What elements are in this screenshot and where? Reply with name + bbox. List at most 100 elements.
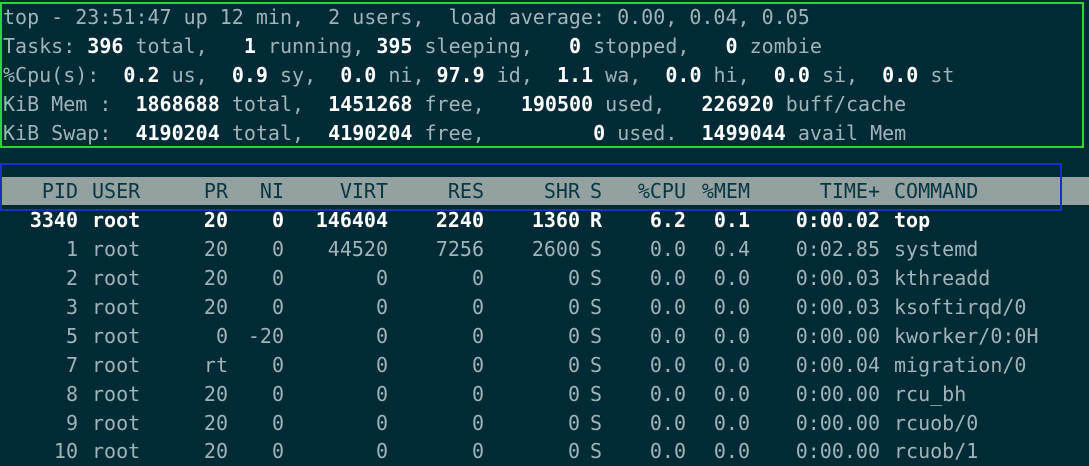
process-user: root	[92, 208, 141, 232]
process-row[interactable]: 3 root 20 0 0 0 0 S 0.0 0.0 0:00.03 ksoftirqd/0	[0, 293, 1064, 322]
process-command: rcuob/1	[894, 439, 979, 463]
terminal-window[interactable]: top - 23:51:47 up 12 min, 2 users, load …	[0, 0, 1089, 466]
process-virt: 44520	[327, 237, 388, 261]
process-cpu: 0.0	[649, 237, 686, 261]
process-mem: 0.0	[713, 439, 750, 463]
process-command: ksoftirqd/0	[894, 295, 1027, 319]
process-priority: 20	[203, 382, 228, 406]
process-command: rcu_bh	[894, 382, 967, 406]
process-res: 0	[471, 266, 484, 290]
process-priority: 20	[203, 411, 228, 435]
process-state: R	[590, 208, 603, 232]
process-time: 0:00.03	[795, 295, 880, 319]
process-state: S	[590, 382, 603, 406]
process-cpu: 0.0	[649, 439, 686, 463]
process-virt: 0	[375, 266, 388, 290]
process-virt: 0	[375, 353, 388, 377]
process-res: 0	[471, 324, 484, 348]
process-priority: 20	[203, 439, 228, 463]
process-command: rcuob/0	[894, 411, 979, 435]
process-time: 0:00.02	[795, 208, 880, 232]
process-priority: 20	[203, 295, 228, 319]
process-pid: 1	[65, 237, 78, 261]
process-row[interactable]: 2 root 20 0 0 0 0 S 0.0 0.0 0:00.03 kthreadd	[0, 264, 1064, 293]
process-shr: 0	[567, 353, 580, 377]
process-res: 7256	[435, 237, 484, 261]
process-priority: rt	[203, 353, 228, 377]
process-virt: 146404	[315, 208, 388, 232]
process-command: top	[894, 208, 931, 232]
process-time: 0:00.00	[795, 324, 880, 348]
process-mem: 0.0	[713, 411, 750, 435]
process-res: 2240	[435, 208, 484, 232]
process-state: S	[590, 411, 603, 435]
process-mem: 0.0	[713, 353, 750, 377]
process-shr: 1360	[531, 208, 580, 232]
process-state: S	[590, 237, 603, 261]
process-shr: 0	[567, 295, 580, 319]
process-cpu: 0.0	[649, 324, 686, 348]
process-priority: 20	[203, 208, 228, 232]
process-state: S	[590, 266, 603, 290]
process-res: 0	[471, 353, 484, 377]
process-priority: 20	[203, 266, 228, 290]
process-row[interactable]: 3340 root 20 0 146404 2240 1360 R 6.2 0.1 0:00.02 t…	[0, 206, 1064, 235]
process-pid: 2	[65, 266, 78, 290]
process-res: 0	[471, 439, 484, 463]
process-res: 0	[471, 382, 484, 406]
process-user: root	[92, 411, 141, 435]
process-pid: 8	[65, 382, 78, 406]
process-nice: 0	[271, 208, 284, 232]
process-state: S	[590, 439, 603, 463]
process-row[interactable]: 5 root 0 -20 0 0 0 S 0.0 0.0 0:00.00 kworker/0:0H	[0, 322, 1064, 351]
process-time: 0:00.03	[795, 266, 880, 290]
process-nice: 0	[271, 411, 284, 435]
process-cpu: 0.0	[649, 353, 686, 377]
process-row[interactable]: 9 root 20 0 0 0 0 S 0.0 0.0 0:00.00 rcuob/0	[0, 409, 1064, 438]
process-res: 0	[471, 295, 484, 319]
process-priority: 0	[215, 324, 228, 348]
process-nice: 0	[271, 295, 284, 319]
process-mem: 0.0	[713, 266, 750, 290]
process-nice: 0	[271, 266, 284, 290]
process-time: 0:00.00	[795, 382, 880, 406]
process-virt: 0	[375, 439, 388, 463]
process-shr: 0	[567, 439, 580, 463]
process-mem: 0.0	[713, 382, 750, 406]
process-row[interactable]: 1 root 20 0 44520 7256 2600 S 0.0 0.4 0:02.85 syste…	[0, 235, 1064, 264]
process-mem: 0.0	[713, 324, 750, 348]
process-nice: 0	[271, 439, 284, 463]
process-virt: 0	[375, 295, 388, 319]
process-state: S	[590, 324, 603, 348]
process-row[interactable]: 10 root 20 0 0 0 0 S 0.0 0.0 0:00.00 rcuob/1	[0, 437, 1064, 466]
process-pid: 7	[65, 353, 78, 377]
process-command: systemd	[894, 237, 979, 261]
process-virt: 0	[375, 382, 388, 406]
process-user: root	[92, 237, 141, 261]
process-shr: 0	[567, 324, 580, 348]
process-row[interactable]: 7 root rt 0 0 0 0 S 0.0 0.0 0:00.04 migration/0	[0, 351, 1064, 380]
process-state: S	[590, 353, 603, 377]
process-user: root	[92, 382, 141, 406]
process-shr: 0	[567, 382, 580, 406]
process-cpu: 0.0	[649, 382, 686, 406]
header-highlight-box	[0, 163, 1062, 211]
process-pid: 10	[53, 439, 78, 463]
process-pid: 3340	[29, 208, 78, 232]
process-virt: 0	[375, 411, 388, 435]
process-res: 0	[471, 411, 484, 435]
process-time: 0:00.00	[795, 439, 880, 463]
process-command: migration/0	[894, 353, 1027, 377]
process-virt: 0	[375, 324, 388, 348]
process-mem: 0.1	[713, 208, 750, 232]
process-shr: 0	[567, 411, 580, 435]
process-priority: 20	[203, 237, 228, 261]
process-row[interactable]: 8 root 20 0 0 0 0 S 0.0 0.0 0:00.00 rcu_bh	[0, 380, 1064, 409]
process-nice: 0	[271, 353, 284, 377]
process-time: 0:00.04	[795, 353, 880, 377]
process-pid: 5	[65, 324, 78, 348]
process-user: root	[92, 324, 141, 348]
process-pid: 9	[65, 411, 78, 435]
process-nice: 0	[271, 382, 284, 406]
process-nice: -20	[247, 324, 284, 348]
